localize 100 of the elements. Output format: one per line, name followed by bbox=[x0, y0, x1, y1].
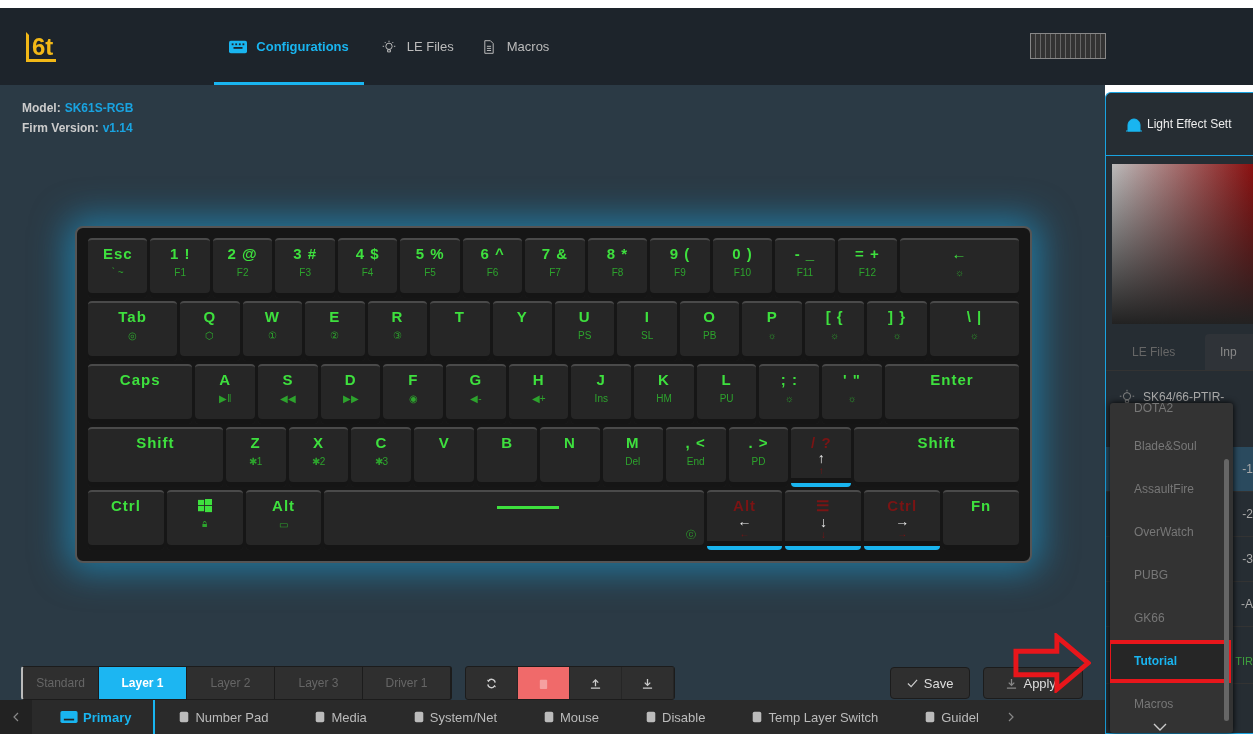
key-label: Q bbox=[203, 308, 217, 325]
key-arrow: → bbox=[895, 514, 910, 528]
trash-icon bbox=[538, 677, 549, 689]
keycap[interactable]: ☰ ↓ ↓ bbox=[785, 490, 862, 550]
key-sublabel: ↑ bbox=[818, 465, 824, 476]
key-label: W bbox=[264, 308, 280, 325]
key-sublabel: ⓒ bbox=[685, 528, 696, 542]
key-sublabel: ✱1 bbox=[248, 456, 263, 467]
function-tab[interactable]: Temp Layer Switch bbox=[728, 700, 902, 734]
checkmark-icon bbox=[906, 677, 918, 689]
key-label: Alt bbox=[733, 497, 757, 514]
key-sublabel: End bbox=[686, 456, 705, 467]
key-label: Enter bbox=[930, 371, 974, 388]
key-label: L bbox=[721, 371, 732, 388]
keycap[interactable]: Ctrl → → bbox=[864, 490, 941, 550]
function-tab[interactable]: Media bbox=[291, 700, 390, 734]
key-label: O bbox=[703, 308, 716, 325]
keycap[interactable]: / ? ↑ ↑ bbox=[791, 427, 852, 487]
key-label: B bbox=[501, 434, 513, 451]
key-label: Ctrl bbox=[111, 497, 141, 514]
key-sublabel: ☼ bbox=[767, 330, 777, 341]
nav-tab[interactable]: LE Files bbox=[369, 8, 464, 85]
key-sublabel: ▶‖ bbox=[219, 393, 232, 404]
lightbulb-icon bbox=[1119, 389, 1135, 405]
delete-button[interactable] bbox=[518, 667, 570, 699]
key-sublabel: F4 bbox=[361, 267, 374, 278]
key-label: Fn bbox=[970, 497, 992, 514]
key-label: ← bbox=[951, 245, 968, 262]
siren-icon bbox=[1124, 116, 1144, 132]
key-sublabel: Ins bbox=[594, 393, 608, 404]
square-icon bbox=[314, 711, 327, 723]
scrollbar-thumb[interactable] bbox=[1224, 459, 1229, 721]
key-sublabel: ◀- bbox=[470, 393, 482, 404]
app-logo: 6t bbox=[26, 31, 57, 62]
key-label: Esc bbox=[102, 245, 133, 262]
key-sublabel: PS bbox=[578, 330, 592, 341]
key-sublabel: ✱3 bbox=[374, 456, 389, 467]
scroll-left-button[interactable] bbox=[0, 700, 32, 734]
key-sublabel: F9 bbox=[674, 267, 686, 278]
chevron-left-icon bbox=[13, 712, 19, 722]
function-tab[interactable]: Number Pad bbox=[155, 700, 292, 734]
key-label: 4 $ bbox=[355, 245, 380, 262]
key-sublabel: ▶▶ bbox=[342, 393, 359, 404]
keycap[interactable]: Alt ← ← bbox=[706, 490, 783, 550]
function-tab[interactable]: Guidel bbox=[901, 700, 1002, 734]
key-sublabel: ⬡ bbox=[205, 330, 215, 341]
key-sublabel: F7 bbox=[549, 267, 561, 278]
key-sublabel: F10 bbox=[733, 267, 752, 278]
key-sublabel: ` ~ bbox=[111, 267, 124, 278]
key-label: Shift bbox=[136, 434, 175, 451]
key-sublabel: ☼ bbox=[969, 330, 979, 341]
square-icon bbox=[645, 711, 658, 723]
save-button[interactable]: Save bbox=[889, 667, 971, 699]
key-sublabel: ② bbox=[330, 330, 340, 341]
color-picker[interactable] bbox=[1112, 164, 1253, 324]
dropdown-item[interactable]: Tutorial bbox=[1110, 640, 1231, 683]
function-tab[interactable]: Disable bbox=[622, 700, 729, 734]
key-label: 7 & bbox=[541, 245, 569, 262]
key-label: ] } bbox=[888, 308, 907, 325]
download-icon bbox=[1006, 677, 1018, 689]
key-label: \ | bbox=[966, 308, 983, 325]
panel-tab[interactable]: Inp bbox=[1205, 334, 1253, 370]
key-arrow: ↓ bbox=[819, 515, 827, 529]
key-label: 9 ( bbox=[669, 245, 691, 262]
key-label: 3 # bbox=[293, 245, 318, 262]
key-label: H bbox=[532, 371, 545, 388]
key-label: Z bbox=[250, 434, 261, 451]
function-tab[interactable]: Mouse bbox=[520, 700, 623, 734]
key-sublabel: ☼ bbox=[847, 393, 857, 404]
panel-title: Light Effect Sett bbox=[1147, 117, 1232, 131]
key-label: V bbox=[438, 434, 450, 451]
key-sublabel: F2 bbox=[236, 267, 249, 278]
key-label: I bbox=[644, 308, 650, 325]
key-label: S bbox=[282, 371, 294, 388]
function-tab[interactable]: System/Net bbox=[389, 700, 520, 734]
function-tab[interactable]: Primary bbox=[32, 700, 156, 734]
info-value: v1.14 bbox=[102, 121, 133, 135]
key-label: K bbox=[658, 371, 670, 388]
key-sublabel: F6 bbox=[486, 267, 499, 278]
key-label: N bbox=[564, 434, 576, 451]
key-sublabel: ◀◀ bbox=[279, 393, 296, 404]
key-sublabel: ← bbox=[739, 528, 750, 539]
key-label: , < bbox=[685, 434, 706, 451]
key-sublabel: Del bbox=[625, 456, 641, 467]
chevron-down-icon[interactable] bbox=[1153, 723, 1167, 731]
upload-icon bbox=[590, 677, 601, 689]
keyboard-thumbnail-icon bbox=[1030, 33, 1106, 59]
key-sublabel: SL bbox=[641, 330, 654, 341]
key-label: F bbox=[408, 371, 419, 388]
key-sublabel: ☼ bbox=[954, 267, 965, 278]
chevron-right-icon bbox=[1007, 712, 1014, 722]
key-sublabel: ③ bbox=[392, 330, 402, 341]
key-label: X bbox=[313, 434, 324, 451]
key-label: Ctrl bbox=[887, 497, 918, 514]
key-sublabel: HM bbox=[656, 393, 672, 404]
key-arrow: ↑ bbox=[817, 451, 825, 465]
nav-tab[interactable]: Macros bbox=[469, 8, 560, 85]
key-sublabel: ◀+ bbox=[531, 393, 546, 404]
info-label: Firm Version: bbox=[22, 121, 99, 135]
key-sublabel: F5 bbox=[424, 267, 436, 278]
